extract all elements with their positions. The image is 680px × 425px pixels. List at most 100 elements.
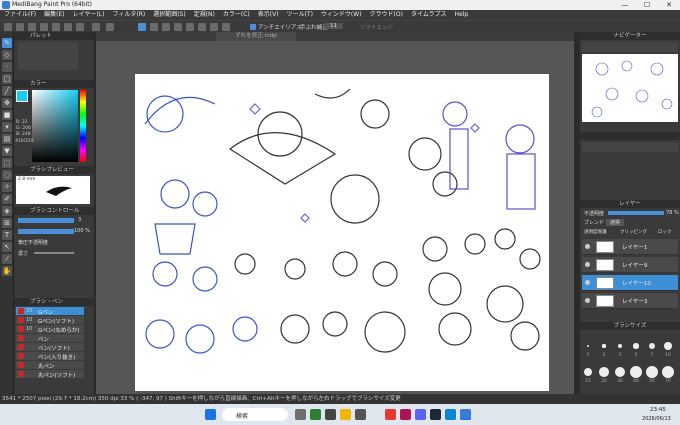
brush-item[interactable]: 10 Gペン(なめらか) — [16, 325, 84, 334]
app-icon-pink[interactable] — [400, 409, 411, 420]
brush-item[interactable]: ペン(入り抜き) — [16, 352, 84, 361]
protect-alpha-checkbox[interactable]: 透明度保護 — [584, 229, 607, 235]
open-file-icon[interactable] — [16, 23, 24, 31]
close-button[interactable]: ✕ — [658, 0, 680, 10]
store-icon[interactable] — [355, 409, 366, 420]
drawing-canvas[interactable] — [135, 74, 549, 391]
mobile-icon[interactable] — [64, 23, 72, 31]
brush-size-dot[interactable] — [583, 367, 593, 377]
visibility-icon[interactable] — [585, 298, 590, 303]
start-icon[interactable] — [205, 409, 216, 420]
layer-opacity-slider[interactable] — [608, 211, 664, 215]
snap-off-icon[interactable] — [138, 23, 146, 31]
menu-layer[interactable]: レイヤー(L) — [69, 10, 109, 20]
document-tab[interactable]: ずれを修正.mdp — [216, 32, 296, 41]
foreground-color-swatch[interactable] — [16, 90, 28, 102]
task-view-icon[interactable] — [295, 409, 306, 420]
new-file-icon[interactable] — [4, 23, 12, 31]
density-slider[interactable] — [34, 252, 74, 254]
stroke-correction-select[interactable]: 11 — [324, 23, 343, 29]
rect-tool-icon[interactable]: □ — [2, 74, 12, 84]
antialias-checkbox[interactable] — [250, 24, 256, 30]
layer-item[interactable]: レイヤー10 — [582, 275, 678, 291]
explorer-icon[interactable] — [340, 409, 351, 420]
settings-icon[interactable] — [76, 23, 84, 31]
brush-opacity-slider[interactable] — [18, 229, 74, 234]
brush-size-dot[interactable] — [599, 367, 609, 377]
search-box[interactable]: 検索 — [222, 408, 288, 421]
menu-color[interactable]: カラー(C) — [219, 10, 254, 20]
hue-slider[interactable] — [80, 90, 86, 162]
menu-timelapse[interactable]: タイムラプス — [407, 10, 451, 20]
operation-tool-icon[interactable]: ↖ — [2, 242, 12, 252]
menu-ruler[interactable]: 定規(N) — [190, 10, 219, 20]
brush-size-dot[interactable] — [648, 342, 656, 350]
menu-window[interactable]: ウィンドウ(W) — [317, 10, 366, 20]
brush-size-dot[interactable] — [587, 345, 589, 347]
brush-item[interactable]: 丸ペン — [16, 361, 84, 370]
gradient-tool-icon[interactable]: ▤ — [2, 134, 12, 144]
eraser-tool-icon[interactable]: ◇ — [2, 50, 12, 60]
menu-view[interactable]: 表示(V) — [254, 10, 283, 20]
menu-edit[interactable]: 編集(E) — [40, 10, 68, 20]
minecraft-icon[interactable] — [310, 409, 321, 420]
steam-icon[interactable] — [430, 409, 441, 420]
brush-size-dot[interactable] — [630, 366, 642, 378]
menu-filter[interactable]: フィルタ(R) — [108, 10, 149, 20]
layer-item[interactable]: レイヤー9 — [582, 257, 678, 273]
line-tool-icon[interactable]: ╱ — [2, 86, 12, 96]
snap-circle-icon[interactable] — [198, 23, 206, 31]
maximize-button[interactable]: ☐ — [636, 0, 658, 10]
brush-size-dot[interactable] — [633, 343, 639, 349]
select-tool-icon[interactable]: ⬚ — [2, 158, 12, 168]
snap-cross-icon[interactable] — [162, 23, 170, 31]
brush-size-dot[interactable] — [664, 342, 672, 350]
visibility-icon[interactable] — [585, 262, 590, 267]
brush-item[interactable]: 10 Gペン — [16, 307, 84, 316]
magic-wand-icon[interactable]: ✧ — [2, 182, 12, 192]
medibang-taskbar-icon[interactable] — [460, 409, 471, 420]
snap-vanish-icon[interactable] — [174, 23, 182, 31]
cloud-save-icon[interactable] — [40, 23, 48, 31]
brush-tool-icon[interactable]: ✎ — [2, 38, 12, 48]
menu-help[interactable]: Help — [451, 10, 473, 20]
snap-radial-icon[interactable] — [186, 23, 194, 31]
visibility-icon[interactable] — [585, 244, 590, 249]
brush-size-dot[interactable] — [662, 366, 674, 378]
select-eraser-icon[interactable]: ◈ — [2, 206, 12, 216]
shape-tool-icon[interactable]: ■ — [2, 110, 12, 120]
lasso-tool-icon[interactable]: ◌ — [2, 170, 12, 180]
minimize-button[interactable]: — — [614, 0, 636, 10]
brush-item[interactable]: ペン — [16, 334, 84, 343]
brush-size-dot[interactable] — [602, 344, 606, 348]
dot-tool-icon[interactable]: · — [2, 62, 12, 72]
youtube-icon[interactable] — [385, 409, 396, 420]
fill-tool-icon[interactable]: ▾ — [2, 122, 12, 132]
brush-item[interactable]: 丸ペン(ソフト) — [16, 370, 84, 379]
brush-size-dot[interactable] — [614, 366, 626, 378]
move-tool-icon[interactable]: ✥ — [2, 98, 12, 108]
layer-item[interactable]: レイヤー1 — [582, 239, 678, 255]
undo-icon[interactable] — [92, 23, 100, 31]
blend-select[interactable]: 通常 — [606, 219, 625, 226]
brush-size-slider[interactable] — [18, 218, 74, 223]
text-tool-icon[interactable]: T — [2, 230, 12, 240]
snap-settings-icon[interactable] — [222, 23, 230, 31]
menu-tool[interactable]: ツール(T) — [283, 10, 317, 20]
eyedropper-icon[interactable]: ⁄ — [2, 254, 12, 264]
edge-icon[interactable] — [445, 409, 456, 420]
hand-tool-icon[interactable]: ✋ — [2, 266, 12, 276]
terminal-icon[interactable] — [325, 409, 336, 420]
clipping-checkbox[interactable]: クリッピング — [620, 229, 647, 235]
select-pen-icon[interactable]: ✐ — [2, 194, 12, 204]
bucket-tool-icon[interactable]: ▼ — [2, 146, 12, 156]
navigator-thumbnail[interactable] — [582, 54, 678, 122]
brush-size-dot[interactable] — [617, 343, 623, 349]
layer-item[interactable]: レイヤー3 — [582, 293, 678, 309]
menu-file[interactable]: ファイル(F) — [0, 10, 40, 20]
visibility-icon[interactable] — [585, 280, 590, 285]
share-icon[interactable] — [52, 23, 60, 31]
discord-icon[interactable] — [415, 409, 426, 420]
color-picker-square[interactable] — [32, 90, 78, 162]
redo-icon[interactable] — [106, 23, 114, 31]
